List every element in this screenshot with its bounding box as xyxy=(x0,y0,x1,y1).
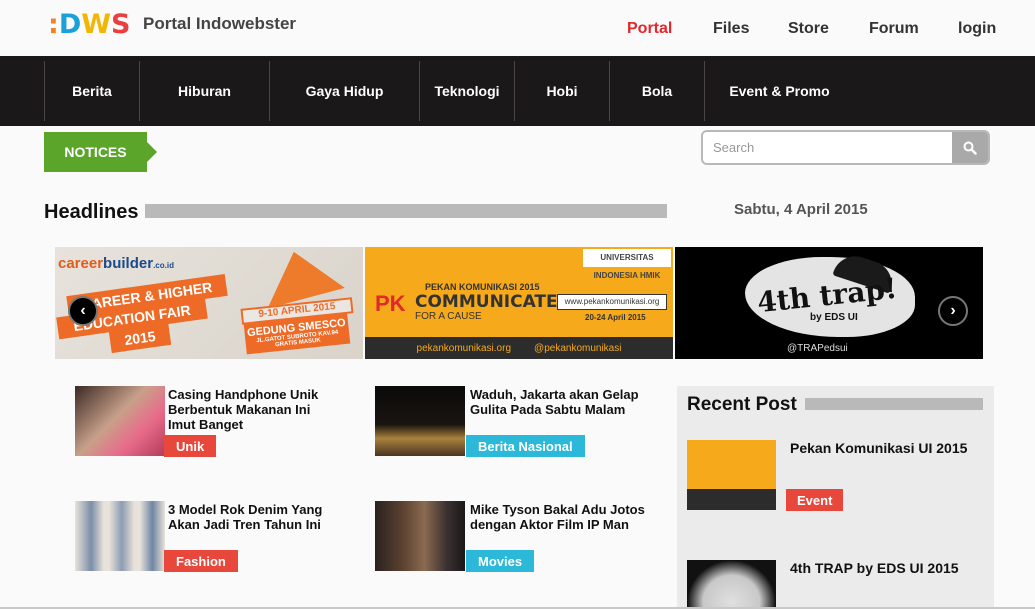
slide-tagline: FOR A CAUSE xyxy=(415,311,482,322)
slide-subtitle: by EDS UI xyxy=(810,312,858,323)
recent-post-heading: Recent Post xyxy=(687,394,797,415)
slide-career-fair[interactable]: careerbuilder.co.id CAREER & HIGHER EDUC… xyxy=(55,247,363,359)
article-thumbnail[interactable] xyxy=(75,501,165,571)
article-title[interactable]: 3 Model Rok Denim Yang Akan Jadi Tren Ta… xyxy=(168,502,338,532)
category-hiburan[interactable]: Hiburan xyxy=(139,61,269,121)
slide-sponsor-logos: UNIVERSITAS INDONESIA HMIK xyxy=(583,249,671,280)
slider-next-button[interactable]: › xyxy=(938,296,968,326)
category-teknologi[interactable]: Teknologi xyxy=(419,61,514,121)
slide-handle: @TRAPedsui xyxy=(787,343,848,354)
category-bar: Berita Hiburan Gaya Hidup Teknologi Hobi… xyxy=(0,56,1035,126)
notices-label: NOTICES xyxy=(44,132,147,172)
logo-letter-d: D xyxy=(58,9,82,40)
top-header: :DWS Portal Indowebster Portal Files Sto… xyxy=(0,0,1035,56)
chevron-left-icon: ‹ xyxy=(80,302,86,319)
search-input[interactable] xyxy=(703,132,953,163)
article-thumbnail[interactable] xyxy=(375,386,465,456)
site-logo[interactable]: :DWS xyxy=(48,9,130,40)
category-bola[interactable]: Bola xyxy=(609,61,704,121)
nav-store[interactable]: Store xyxy=(788,20,829,38)
article-tag[interactable]: Movies xyxy=(466,550,535,572)
headlines-heading: Headlines xyxy=(44,201,139,223)
article-thumbnail[interactable] xyxy=(75,386,165,456)
nav-portal[interactable]: Portal xyxy=(627,20,672,38)
logo-letter-s: S xyxy=(111,9,131,40)
article-title[interactable]: Mike Tyson Bakal Adu Jotos dengan Aktor … xyxy=(470,502,650,532)
slide-dates: 20-24 April 2015 xyxy=(585,313,646,322)
article-thumbnail[interactable] xyxy=(375,501,465,571)
category-berita[interactable]: Berita xyxy=(44,61,139,121)
headlines-divider xyxy=(145,204,667,218)
current-date: Sabtu, 4 April 2015 xyxy=(734,201,868,218)
slide-footer: pekankomunikasi.org @pekankomunikasi xyxy=(365,337,673,359)
pk-logo: PK xyxy=(375,291,406,316)
recent-post-title[interactable]: Pekan Komunikasi UI 2015 xyxy=(790,440,967,456)
recent-post-title[interactable]: 4th TRAP by EDS UI 2015 xyxy=(790,560,959,576)
slide-url: www.pekankomunikasi.org xyxy=(557,294,667,310)
nav-login[interactable]: login xyxy=(958,20,996,38)
careerbuilder-logo: careerbuilder.co.id xyxy=(58,255,174,272)
search-box xyxy=(701,130,990,165)
slide-headline: COMMUNICATE xyxy=(415,292,558,312)
article-tag[interactable]: Berita Nasional xyxy=(466,435,585,457)
article-tag[interactable]: Unik xyxy=(164,435,217,457)
chevron-right-icon: › xyxy=(950,302,956,319)
slide-pekan-komunikasi[interactable]: UNIVERSITAS INDONESIA HMIK PEKAN KOMUNIK… xyxy=(365,247,673,359)
nav-files[interactable]: Files xyxy=(713,20,749,38)
nav-forum[interactable]: Forum xyxy=(869,20,919,38)
article-title[interactable]: Casing Handphone Unik Berbentuk Makanan … xyxy=(168,387,338,432)
slider-prev-button[interactable]: ‹ xyxy=(68,296,98,326)
recent-post-tag[interactable]: Event xyxy=(786,489,844,511)
site-title: Portal Indowebster xyxy=(143,14,297,33)
search-icon xyxy=(963,141,977,155)
search-button[interactable] xyxy=(952,132,988,163)
recent-post-thumbnail[interactable] xyxy=(687,560,776,609)
category-gaya-hidup[interactable]: Gaya Hidup xyxy=(269,61,419,121)
notices-arrow xyxy=(147,142,157,162)
recent-post-panel: Recent Post Pekan Komunikasi UI 2015 Eve… xyxy=(677,386,994,609)
article-tag[interactable]: Fashion xyxy=(164,550,238,572)
recent-post-thumbnail[interactable] xyxy=(687,440,776,510)
slide-4th-trap[interactable]: 4th trap! by EDS UI @TRAPedsui xyxy=(675,247,983,359)
logo-dot: : xyxy=(48,9,59,40)
category-hobi[interactable]: Hobi xyxy=(514,61,609,121)
article-title[interactable]: Waduh, Jakarta akan Gelap Gulita Pada Sa… xyxy=(470,387,650,417)
logo-letter-w: W xyxy=(81,9,112,40)
slide-event-label: PEKAN KOMUNIKASI 2015 xyxy=(425,282,540,292)
category-event-promo[interactable]: Event & Promo xyxy=(704,61,854,121)
recent-post-divider xyxy=(805,398,983,410)
